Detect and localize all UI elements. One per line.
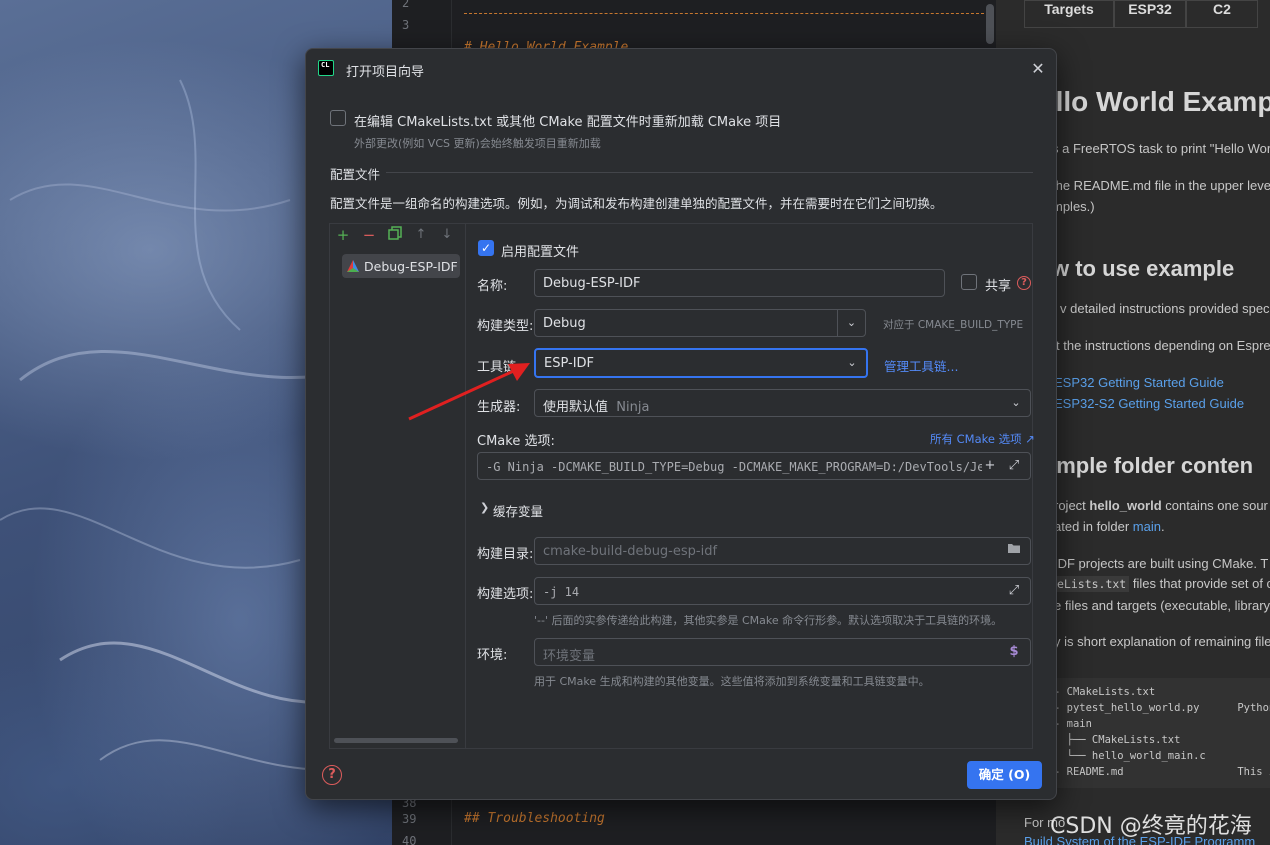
environment-input[interactable]: 环境变量 $ [534,638,1031,666]
preview-link[interactable]: main [1133,519,1161,534]
profile-detail-panel [465,223,1033,749]
preview-heading: ample folder conten [1044,453,1254,478]
copy-icon[interactable] [386,226,404,244]
reload-cmake-label: 在编辑 CMakeLists.txt 或其他 CMake 配置文件时重新加载 C… [354,115,782,130]
table-header: ESP32 [1114,0,1186,28]
table-header: Targets [1024,0,1114,28]
cmake-options-label: CMake 选项: [477,434,555,449]
editor-scrollbar[interactable] [986,4,994,44]
enable-profile-label: 启用配置文件 [501,245,580,260]
preview-paragraph: the README.md file in the upper leve [1052,178,1270,193]
build-dir-label: 构建目录: [477,547,534,562]
preview-paragraph: roject hello_world contains one sour [1054,498,1268,513]
preview-paragraph: IDF projects are built using CMake. T [1054,556,1269,571]
build-options-label: 构建选项: [477,587,534,602]
name-label: 名称: [477,279,508,294]
reload-cmake-hint: 外部更改(例如 VCS 更新)会始终触发项目重新加载 [354,137,601,150]
help-icon[interactable]: ? [1017,276,1031,290]
environment-hint: 用于 CMake 生成和构建的其他变量。这些值将添加到系统变量和工具链变量中。 [534,675,930,688]
expand-icon[interactable]: ⤢ [1005,457,1023,475]
line-number: 2 [402,0,410,10]
share-label: 共享 [985,279,1012,294]
build-dir-input[interactable]: cmake-build-debug-esp-idf [534,537,1031,565]
build-type-hint: 对应于 CMAKE_BUILD_TYPE [883,319,1024,331]
tree-line: - pytest_hello_world.py Python [1054,702,1270,714]
toolchain-combo[interactable]: ESP-IDF ⌄ [534,348,868,378]
profile-name: Debug-ESP-IDF [364,259,458,274]
environment-label: 环境: [477,648,508,663]
chevron-down-icon[interactable]: ⌄ [838,350,866,376]
manage-toolchains-link[interactable]: 管理工具链... [884,356,958,375]
preview-paragraph: mples.) [1052,199,1095,214]
preview-paragraph: e files and targets (executable, library [1054,598,1270,613]
profile-list-panel: + − ↑ ↓ Debug-ESP-IDF [329,223,465,749]
share-checkbox[interactable] [961,274,977,290]
folder-icon[interactable] [1005,542,1023,560]
close-button[interactable]: ✕ [1028,59,1048,79]
build-type-combo[interactable]: Debug ⌄ [534,309,866,337]
tree-line: - CMakeLists.txt [1054,686,1156,698]
clion-app-icon: CL [318,60,334,76]
dollar-icon[interactable]: $ [1005,643,1023,661]
preview-heading: ello World Examp [1040,86,1270,117]
table-header: C2 [1186,0,1258,28]
all-cmake-options-link[interactable]: 所有 CMake 选项 ↗ [930,431,1035,447]
cmake-options-input[interactable]: -G Ninja -DCMAKE_BUILD_TYPE=Debug -DCMAK… [477,452,1031,480]
profile-list-item[interactable]: Debug-ESP-IDF [342,254,460,278]
chevron-right-icon[interactable]: ❯ [480,501,489,514]
cache-variables-toggle[interactable]: 缓存变量 [493,501,543,520]
section-divider [386,172,1033,173]
ok-button[interactable]: 确定 (O) [967,761,1042,789]
tree-line: - README.md This is [1054,766,1270,778]
tree-line: ├── CMakeLists.txt [1054,734,1181,746]
add-icon[interactable]: + [981,457,999,475]
preview-paragraph: s a FreeRTOS task to print "Hello Wor [1052,141,1270,156]
external-link-icon: ↗ [1025,432,1035,446]
section-description: 配置文件是一组命名的构建选项。例如，为调试和发布构建创建单独的配置文件，并在需要… [330,196,943,211]
name-input[interactable]: Debug-ESP-IDF [534,269,945,297]
code-line: ## Troubleshooting [464,811,605,826]
list-scrollbar[interactable] [334,738,458,743]
move-up-icon[interactable]: ↑ [412,226,430,244]
line-number: 39 [402,812,417,826]
preview-paragraph: eLists.txt files that provide set of c [1054,576,1270,592]
build-options-hint: '--' 后面的实参传递给此构建，其他实参是 CMake 命令行形参。默认选项取… [534,614,1003,627]
csdn-watermark: CSDN @终竟的花海 [1050,814,1252,839]
markdown-table-divider [464,0,984,14]
tree-line: └── hello_world_main.c [1054,750,1206,762]
dialog-title: 打开项目向导 [346,65,425,80]
enable-profile-checkbox[interactable]: ✓ [478,240,494,256]
chevron-down-icon[interactable]: ⌄ [1002,390,1030,416]
generator-combo[interactable]: 使用默认值 Ninja ⌄ [534,389,1031,417]
preview-paragraph: ated in folder main. [1054,519,1165,534]
move-down-icon[interactable]: ↓ [438,226,456,244]
close-icon: ✕ [1031,59,1045,78]
cmake-icon [347,260,359,272]
chevron-down-icon[interactable]: ⌄ [837,310,865,336]
preview-link[interactable]: ESP32-S2 Getting Started Guide [1054,396,1244,411]
preview-link[interactable]: ESP32 Getting Started Guide [1054,375,1224,390]
line-number: 3 [402,18,410,32]
build-options-input[interactable]: -j 14 ⤢ [534,577,1031,605]
preview-paragraph: v detailed instructions provided specit [1060,301,1270,316]
help-icon[interactable]: ? [322,765,342,785]
targets-table: Targets ESP32 C2 [1024,0,1270,28]
tree-line: - main [1054,718,1092,730]
annotation-arrow-icon [408,363,530,421]
reload-cmake-checkbox[interactable] [330,110,346,126]
preview-heading: w to use example [1052,256,1235,281]
remove-icon[interactable]: − [360,226,378,244]
section-title: 配置文件 [330,167,381,182]
line-number: 40 [402,834,417,845]
preview-paragraph: t the instructions depending on Espre [1056,338,1270,353]
dialog-titlebar: CL 打开项目向导 ✕ [306,49,1056,89]
preview-paragraph: y is short explanation of remaining file [1054,634,1270,649]
profile-list-toolbar: + − ↑ ↓ [330,224,464,248]
add-icon[interactable]: + [334,226,352,244]
build-type-label: 构建类型: [477,319,534,334]
expand-icon[interactable]: ⤢ [1005,582,1023,600]
